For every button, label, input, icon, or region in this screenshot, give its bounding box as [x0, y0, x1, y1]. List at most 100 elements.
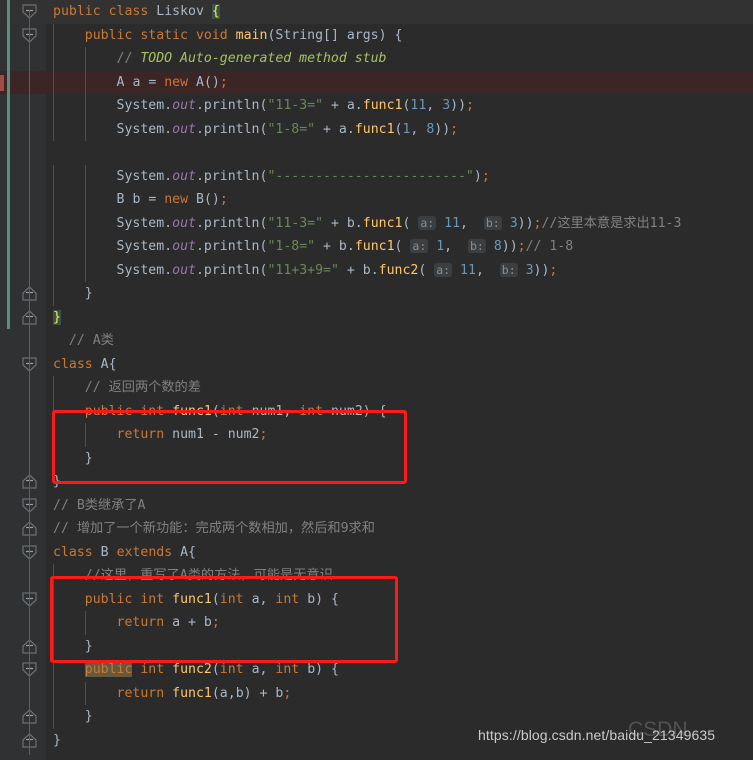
- indent-guide: [53, 211, 54, 235]
- indent-guide: [53, 658, 54, 682]
- indent-guide: [53, 681, 54, 705]
- code-line-text: System.out.println("1-8=" + b.func1( a: …: [116, 239, 574, 254]
- indent-guide: [53, 94, 54, 118]
- code-line[interactable]: return a + b;: [46, 611, 753, 635]
- indent-guide: [84, 611, 86, 635]
- vcs-change-marker[interactable]: [7, 0, 10, 24]
- code-line[interactable]: }: [46, 470, 753, 494]
- indent-guide: [53, 587, 54, 611]
- indent-guide: [84, 423, 86, 447]
- fold-region-line: [29, 10, 30, 755]
- code-line-text: public int func1(int num1, int num2) {: [84, 403, 387, 419]
- code-editor[interactable]: public class Liskov { public static void…: [0, 0, 753, 760]
- indent-guide: [53, 423, 54, 447]
- code-line-text: return num1 - num2;: [116, 427, 268, 442]
- vcs-change-marker[interactable]: [7, 70, 10, 94]
- code-line-text: class A{: [53, 356, 117, 372]
- code-line[interactable]: System.out.println("11-3=" + a.func1(11,…: [46, 94, 753, 118]
- indent-guide: [53, 164, 54, 188]
- code-line[interactable]: return num1 - num2;: [46, 423, 753, 447]
- code-line[interactable]: // 增加了一个新功能：完成两个数相加，然后和9求和: [46, 517, 753, 541]
- code-line[interactable]: [46, 141, 753, 165]
- code-line[interactable]: public static void main(String[] args) {: [46, 23, 753, 47]
- indent-guide: [84, 94, 86, 118]
- code-line[interactable]: public int func2(int a, int b) {: [46, 658, 753, 682]
- code-line[interactable]: }: [46, 446, 753, 470]
- indent-guide: [53, 23, 54, 47]
- code-line[interactable]: System.out.println("--------------------…: [46, 164, 753, 188]
- code-line[interactable]: B b = new B();: [46, 188, 753, 212]
- indent-guide: [84, 47, 86, 71]
- vcs-change-marker[interactable]: [7, 23, 10, 47]
- indent-guide: [84, 235, 86, 259]
- code-line[interactable]: System.out.println("11-3=" + b.func1( a:…: [46, 211, 753, 235]
- vcs-change-marker[interactable]: [7, 235, 10, 259]
- indent-guide: [53, 634, 54, 658]
- vcs-change-marker[interactable]: [7, 47, 10, 71]
- vcs-change-marker[interactable]: [7, 305, 10, 329]
- code-line[interactable]: return func1(a,b) + b;: [46, 681, 753, 705]
- indent-guide: [53, 611, 54, 635]
- code-line-text: //这里，重写了A类的方法，可能是无意识: [84, 568, 333, 583]
- vcs-change-marker[interactable]: [7, 282, 10, 306]
- code-line-text: public class Liskov {: [53, 4, 220, 19]
- code-line-text: }: [53, 638, 93, 654]
- code-line-text: System.out.println("11-3=" + a.func1(11,…: [116, 98, 474, 113]
- indent-guide: [84, 70, 86, 94]
- code-line-text: // 返回两个数的差: [84, 380, 201, 395]
- code-line[interactable]: // B类继承了A: [46, 494, 753, 518]
- error-gutter-stripe[interactable]: [0, 74, 4, 91]
- code-line[interactable]: // TODO Auto-generated method stub: [46, 47, 753, 71]
- code-line-text: }: [53, 450, 93, 466]
- vcs-change-marker[interactable]: [7, 211, 10, 235]
- code-line-text: System.out.println("11-3=" + b.func1( a:…: [116, 215, 682, 231]
- vcs-change-marker[interactable]: [7, 94, 10, 118]
- code-line[interactable]: }: [46, 634, 753, 658]
- vcs-change-marker[interactable]: [7, 141, 10, 165]
- vcs-change-marker[interactable]: [7, 117, 10, 141]
- code-text-area[interactable]: public class Liskov { public static void…: [46, 0, 753, 760]
- code-line-text: }: [53, 286, 93, 301]
- code-line[interactable]: //这里，重写了A类的方法，可能是无意识: [46, 564, 753, 588]
- vcs-change-marker[interactable]: [7, 188, 10, 212]
- code-line[interactable]: public class Liskov {: [46, 0, 753, 24]
- code-line[interactable]: class B extends A{: [46, 541, 753, 565]
- code-line-text: System.out.println("--------------------…: [116, 168, 490, 184]
- code-line[interactable]: public int func1(int a, int b) {: [46, 587, 753, 611]
- vcs-change-marker[interactable]: [7, 164, 10, 188]
- code-line-text: public int func2(int a, int b) {: [84, 662, 339, 677]
- indent-guide: [53, 564, 54, 588]
- url-watermark: https://blog.csdn.net/baidu_21349635: [478, 727, 716, 743]
- indent-guide: [53, 188, 54, 212]
- indent-guide: [84, 211, 86, 235]
- indent-guide: [84, 258, 86, 282]
- indent-guide: [53, 705, 54, 729]
- code-line-text: // 增加了一个新功能：完成两个数相加，然后和9求和: [53, 521, 375, 536]
- vcs-change-marker[interactable]: [7, 258, 10, 282]
- code-line[interactable]: A a = new A();: [46, 70, 753, 94]
- code-line[interactable]: class A{: [46, 353, 753, 377]
- indent-guide: [84, 681, 86, 705]
- code-line[interactable]: System.out.println("1-8=" + b.func1( a: …: [46, 235, 753, 259]
- code-line-text: return func1(a,b) + b;: [116, 685, 292, 701]
- code-line[interactable]: System.out.println("11+3+9=" + b.func2( …: [46, 258, 753, 282]
- code-line-text: A a = new A();: [116, 74, 228, 90]
- code-line[interactable]: // A类: [46, 329, 753, 353]
- code-line[interactable]: public int func1(int num1, int num2) {: [46, 399, 753, 423]
- code-line[interactable]: }: [46, 306, 753, 330]
- indent-guide: [84, 188, 86, 212]
- indent-guide: [53, 47, 54, 71]
- indent-guide: [53, 282, 54, 306]
- code-line-text: public static void main(String[] args) {: [84, 27, 403, 43]
- code-line-text: System.out.println("11+3+9=" + b.func2( …: [116, 262, 558, 278]
- code-line[interactable]: System.out.println("1-8=" + a.func1(1, 8…: [46, 117, 753, 141]
- code-line[interactable]: }: [46, 282, 753, 306]
- indent-guide: [84, 117, 86, 141]
- code-line-text: // A类: [68, 333, 114, 348]
- code-line-text: // B类继承了A: [53, 497, 146, 513]
- code-line-text: System.out.println("1-8=" + a.func1(1, 8…: [116, 121, 459, 137]
- code-line[interactable]: // 返回两个数的差: [46, 376, 753, 400]
- code-line-text: }: [53, 474, 61, 489]
- code-line-text: return a + b;: [116, 615, 220, 630]
- code-line-text: B b = new B();: [116, 192, 228, 207]
